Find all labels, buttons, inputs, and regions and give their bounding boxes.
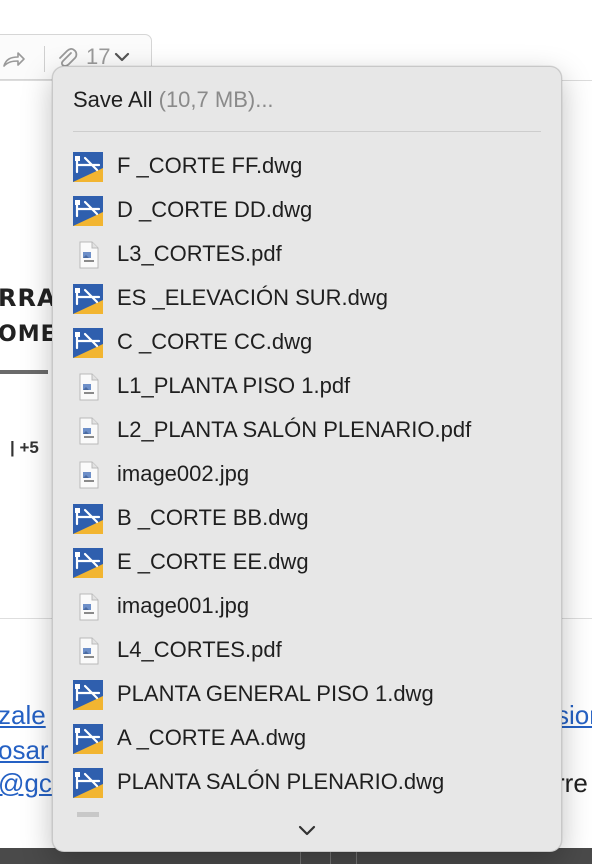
attachment-name: image002.jpg <box>117 461 250 486</box>
document-file-icon <box>73 592 103 622</box>
attachment-item[interactable]: A _CORTE AA.dwg <box>53 717 561 761</box>
attachments-menu: Save All (10,7 MB)... F _CORTE FF.dwg D _… <box>52 66 562 852</box>
menu-separator <box>73 131 541 132</box>
attachment-name: C _CORTE CC.dwg <box>117 329 313 354</box>
attachment-name: ES _ELEVACIÓN SUR.dwg <box>117 285 389 310</box>
save-all-label: Save All <box>73 87 153 112</box>
attachment-name: PLANTA GENERAL PISO 1.dwg <box>117 681 434 706</box>
partial-list-item <box>77 812 99 817</box>
document-file-icon <box>73 460 103 490</box>
attachment-item[interactable]: L4_CORTES.pdf <box>53 629 561 673</box>
attachment-name: E _CORTE EE.dwg <box>117 549 309 574</box>
email-link-line3[interactable]: @gc <box>0 768 52 799</box>
signature-phone: | +5 <box>10 438 39 457</box>
dwg-file-icon <box>73 284 103 314</box>
attachment-name: D _CORTE DD.dwg <box>117 197 313 222</box>
document-file-icon <box>73 240 103 270</box>
dwg-file-icon <box>73 504 103 534</box>
dwg-file-icon <box>73 196 103 226</box>
attachment-item[interactable]: F _CORTE FF.dwg <box>53 145 561 189</box>
attachment-item[interactable]: L2_PLANTA SALÓN PLENARIO.pdf <box>53 409 561 453</box>
save-all-size: (10,7 MB)... <box>158 87 274 112</box>
attachment-item[interactable]: L1_PLANTA PISO 1.pdf <box>53 365 561 409</box>
dwg-file-icon <box>73 548 103 578</box>
dwg-file-icon <box>73 152 103 182</box>
attachment-item[interactable]: C _CORTE CC.dwg <box>53 321 561 365</box>
attachment-item[interactable]: D _CORTE DD.dwg <box>53 189 561 233</box>
email-link-line1[interactable]: zale <box>0 700 46 731</box>
attachment-item[interactable]: PLANTA GENERAL PISO 1.dwg <box>53 673 561 717</box>
signature-logo-line2: OME <box>0 322 57 347</box>
dwg-file-icon <box>73 680 103 710</box>
forward-icon[interactable] <box>2 50 26 70</box>
email-link-line2[interactable]: osar <box>0 735 49 766</box>
signature-rule <box>0 370 48 374</box>
attachment-item[interactable]: image001.jpg <box>53 585 561 629</box>
attachment-name: PLANTA SALÓN PLENARIO.dwg <box>117 769 445 794</box>
attachment-name: B _CORTE BB.dwg <box>117 505 309 530</box>
toolbar-separator <box>44 46 45 72</box>
attachment-item[interactable]: PLANTA SALÓN PLENARIO.dwg <box>53 761 561 805</box>
dwg-file-icon <box>73 328 103 358</box>
attachment-name: image001.jpg <box>117 593 250 618</box>
attachment-item[interactable]: E _CORTE EE.dwg <box>53 541 561 585</box>
attachment-name: L3_CORTES.pdf <box>117 241 282 266</box>
dwg-file-icon <box>73 768 103 798</box>
signature-logo-line1: RRA <box>0 284 57 312</box>
document-file-icon <box>73 416 103 446</box>
attachment-name: L2_PLANTA SALÓN PLENARIO.pdf <box>117 417 472 442</box>
attachment-name: F _CORTE FF.dwg <box>117 153 303 178</box>
attachment-name: L4_CORTES.pdf <box>117 637 282 662</box>
attachment-name: L1_PLANTA PISO 1.pdf <box>117 373 351 398</box>
chevron-down-icon[interactable] <box>114 51 130 63</box>
save-all-menu-item[interactable]: Save All (10,7 MB)... <box>73 87 274 113</box>
document-file-icon <box>73 636 103 666</box>
attachment-item[interactable]: image002.jpg <box>53 453 561 497</box>
dwg-file-icon <box>73 724 103 754</box>
document-file-icon <box>73 372 103 402</box>
attachment-item[interactable]: ES _ELEVACIÓN SUR.dwg <box>53 277 561 321</box>
scroll-down-chevron-icon[interactable] <box>297 823 317 837</box>
attachment-item[interactable]: L3_CORTES.pdf <box>53 233 561 277</box>
attachment-item[interactable]: B _CORTE BB.dwg <box>53 497 561 541</box>
attachment-name: A _CORTE AA.dwg <box>117 725 307 750</box>
